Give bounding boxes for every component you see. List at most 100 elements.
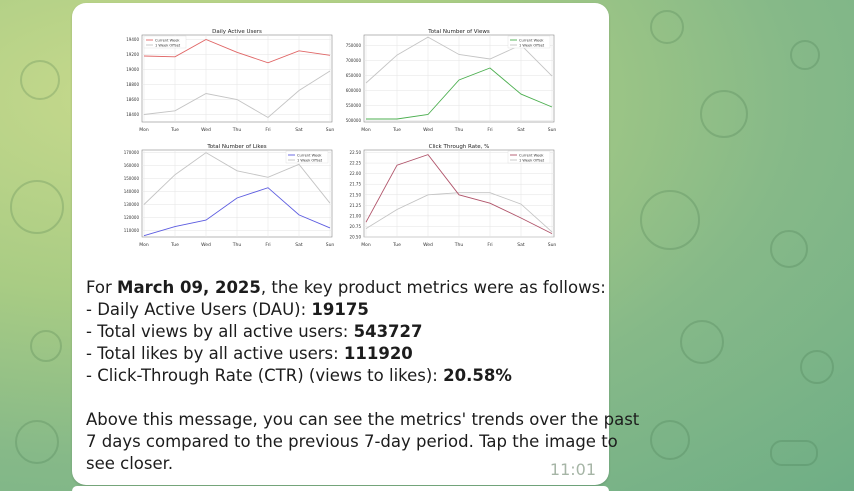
y-tick-label: 650000 bbox=[346, 73, 362, 78]
y-tick-label: 22.50 bbox=[350, 150, 362, 155]
x-tick-label: Thu bbox=[454, 242, 464, 248]
y-tick-label: 140000 bbox=[124, 189, 140, 194]
dau-label: - Daily Active Users (DAU): bbox=[86, 300, 312, 319]
y-tick-label: 750000 bbox=[346, 43, 362, 48]
legend-label: 1 Week Offset bbox=[519, 158, 545, 162]
y-tick-label: 19200 bbox=[126, 52, 139, 57]
chart-total-likes[interactable]: Total Number of Likes Mon Tue Wed Thu Fri Sat S… bbox=[112, 141, 334, 249]
chart-svg: Click Through Rate, % Mon Tue Wed Thu Fri Sat S… bbox=[350, 144, 556, 248]
background-doodle bbox=[10, 180, 64, 234]
y-tick-label: 20.50 bbox=[350, 235, 362, 240]
y-tick-label: 18400 bbox=[126, 112, 139, 117]
y-tick-label: 21.50 bbox=[350, 192, 362, 197]
x-tick-label: Thu bbox=[454, 127, 464, 133]
chart-svg: Daily Active Users Mon Tue Wed Thu Fri Sat Sun 1… bbox=[126, 29, 334, 133]
legend-label: Current Week bbox=[519, 153, 544, 157]
views-label: - Total views by all active users: bbox=[86, 322, 354, 341]
x-tick-label: Fri bbox=[265, 242, 270, 248]
x-tick-label: Tue bbox=[170, 242, 179, 248]
intro-prefix: For bbox=[86, 278, 118, 297]
dau-value: 19175 bbox=[311, 300, 369, 319]
x-tick-label: Sat bbox=[295, 242, 303, 248]
background-doodle bbox=[770, 440, 818, 466]
y-tick-label: 22.00 bbox=[350, 171, 362, 176]
x-tick-label: Sun bbox=[326, 127, 334, 133]
legend-label: 1 Week Offset bbox=[519, 43, 545, 47]
ctr-value: 20.58% bbox=[443, 366, 512, 385]
y-tick-label: 19400 bbox=[126, 37, 139, 42]
y-tick-label: 110000 bbox=[124, 228, 140, 233]
y-tick-label: 18800 bbox=[126, 82, 139, 87]
x-tick-label: Fri bbox=[487, 242, 492, 248]
likes-value: 111920 bbox=[343, 344, 413, 363]
x-tick-label: Tue bbox=[170, 127, 179, 133]
y-tick-label: 22.25 bbox=[350, 161, 362, 166]
likes-line: - Total likes by all active users: 11192… bbox=[86, 343, 596, 365]
x-tick-label: Fri bbox=[487, 127, 492, 133]
y-tick-label: 120000 bbox=[124, 215, 140, 220]
message-text: For March 09, 2025, the key product metr… bbox=[86, 277, 640, 475]
legend-label: 1 Week Offset bbox=[155, 43, 181, 47]
x-tick-label: Tue bbox=[392, 242, 401, 248]
x-tick-label: Thu bbox=[232, 242, 242, 248]
y-tick-label: 21.75 bbox=[350, 182, 362, 187]
background-doodle bbox=[650, 420, 690, 460]
chart-click-through-rate[interactable]: Click Through Rate, % Mon Tue Wed Thu Fri Sat S… bbox=[334, 141, 556, 249]
background-doodle bbox=[650, 10, 684, 44]
footer-line: 7 days compared to the previous 7-day pe… bbox=[86, 432, 618, 451]
background-doodle bbox=[20, 60, 60, 100]
chart-total-views[interactable]: Total Number of Views Mon Tue Wed Thu Fri Sat S… bbox=[334, 26, 556, 134]
y-tick-label: 21.00 bbox=[350, 213, 362, 218]
x-tick-label: Thu bbox=[232, 127, 242, 133]
y-tick-label: 600000 bbox=[346, 88, 362, 93]
footer-line: see closer. bbox=[86, 454, 174, 473]
next-message-edge bbox=[72, 486, 609, 491]
intro-line: For March 09, 2025, the key product metr… bbox=[86, 277, 606, 299]
y-tick-label: 150000 bbox=[124, 176, 140, 181]
chart-title: Click Through Rate, % bbox=[429, 144, 490, 150]
y-tick-label: 550000 bbox=[346, 103, 362, 108]
y-tick-label: 20.75 bbox=[350, 224, 362, 229]
y-tick-label: 500000 bbox=[346, 118, 362, 123]
x-tick-label: Sat bbox=[295, 127, 303, 133]
chart-title: Total Number of Views bbox=[427, 29, 490, 35]
background-doodle bbox=[680, 320, 724, 364]
background-doodle bbox=[30, 330, 62, 362]
legend-label: 1 Week Offset bbox=[297, 158, 323, 162]
footer-line: Above this message, you can see the metr… bbox=[86, 410, 640, 429]
x-tick-label: Wed bbox=[201, 242, 211, 248]
views-value: 543727 bbox=[353, 322, 423, 341]
background-doodle bbox=[15, 420, 59, 464]
report-date: March 09, 2025 bbox=[117, 278, 261, 297]
ctr-label: - Click-Through Rate (CTR) (views to lik… bbox=[86, 366, 444, 385]
background-doodle bbox=[800, 350, 834, 384]
x-tick-label: Sat bbox=[517, 127, 525, 133]
y-tick-label: 19000 bbox=[126, 67, 139, 72]
x-tick-label: Sun bbox=[548, 127, 556, 133]
y-tick-label: 700000 bbox=[346, 58, 362, 63]
y-tick-label: 18600 bbox=[126, 97, 139, 102]
background-doodle bbox=[640, 190, 700, 250]
chart-daily-active-users[interactable]: Daily Active Users Mon Tue Wed Thu Fri Sat Sun 1… bbox=[112, 26, 334, 134]
legend-label: Current Week bbox=[297, 153, 322, 157]
dau-line: - Daily Active Users (DAU): 19175 bbox=[86, 299, 596, 321]
x-tick-label: Sun bbox=[548, 242, 556, 248]
background-doodle bbox=[770, 230, 808, 268]
chart-svg: Total Number of Likes Mon Tue Wed Thu Fri Sat S… bbox=[124, 144, 334, 248]
y-tick-label: 170000 bbox=[124, 150, 140, 155]
x-tick-label: Mon bbox=[361, 242, 371, 248]
legend-label: Current Week bbox=[519, 38, 544, 42]
y-tick-label: 130000 bbox=[124, 202, 140, 207]
y-tick-label: 160000 bbox=[124, 163, 140, 168]
x-tick-label: Sun bbox=[326, 242, 334, 248]
likes-label: - Total likes by all active users: bbox=[86, 344, 344, 363]
message-timestamp: 11:01 bbox=[549, 460, 596, 479]
background-doodle bbox=[700, 90, 748, 138]
x-tick-label: Wed bbox=[423, 242, 433, 248]
intro-suffix: , the key product metrics were as follow… bbox=[260, 278, 606, 297]
x-tick-label: Mon bbox=[139, 242, 149, 248]
y-tick-label: 21.25 bbox=[350, 203, 362, 208]
background-doodle bbox=[790, 40, 820, 70]
x-tick-label: Fri bbox=[265, 127, 270, 133]
